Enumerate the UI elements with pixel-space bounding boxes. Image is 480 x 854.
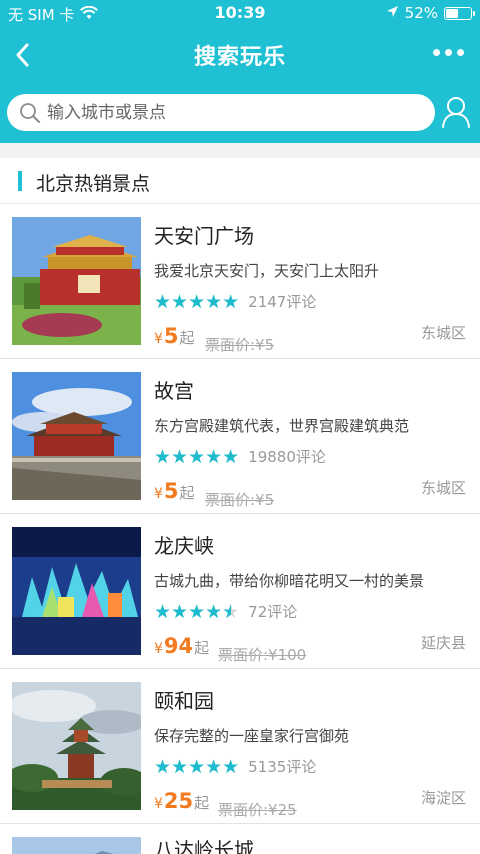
star-rating-icon: ★★★★★★★★★★ <box>154 755 240 778</box>
attraction-list: 天安门广场 我爱北京天安门，天安门上太阳升 ★★★★★ ★★★★★ 2147评论 … <box>0 204 480 854</box>
attraction-item[interactable]: 龙庆峡 古城九曲，带给你柳暗花明又一村的美景 ★★★★★★★★★★ 72评论 ¥… <box>0 514 480 669</box>
more-button[interactable] <box>433 49 464 56</box>
user-icon <box>442 97 470 128</box>
attraction-photo <box>12 217 141 345</box>
price-symbol: ¥ <box>154 641 163 657</box>
price-value: 5 <box>163 324 179 348</box>
status-bar: 无 SIM 卡 10:39 52% <box>0 0 480 27</box>
attraction-item[interactable]: 天安门广场 我爱北京天安门，天安门上太阳升 ★★★★★ ★★★★★ 2147评论 … <box>0 204 480 359</box>
search-input[interactable] <box>47 102 407 123</box>
more-dot-icon <box>433 49 440 56</box>
price-value: 25 <box>163 789 194 813</box>
original-price: 票面价:¥25 <box>218 801 297 819</box>
price: ¥94 起 <box>154 634 209 658</box>
attraction-name: 故宫 <box>154 379 194 403</box>
district-label: 延庆县 <box>420 634 466 652</box>
attraction-photo <box>12 527 141 655</box>
review-count: 5135评论 <box>248 758 317 776</box>
attraction-item[interactable]: 颐和园 保存完整的一座皇家行宫御苑 ★★★★★ ★★★★★ 5135评论 ¥25 起… <box>0 669 480 824</box>
district-label: 海淀区 <box>420 789 466 807</box>
review-count: 19880评论 <box>248 448 326 466</box>
attraction-item[interactable]: 八达岭长城 <box>0 824 480 854</box>
attraction-item[interactable]: 故宫 东方宫殿建筑代表，世界宫殿建筑典范 ★★★★★ ★★★★★ 19880评论 … <box>0 359 480 514</box>
more-dot-icon <box>445 49 452 56</box>
location-arrow-icon <box>386 4 399 22</box>
page-title: 搜索玩乐 <box>193 45 286 70</box>
review-count: 2147评论 <box>248 293 317 311</box>
battery-percent: 52% <box>404 4 438 22</box>
original-price: 票面价:¥100 <box>218 646 307 664</box>
attraction-rating: ★★★★★★★★★★ 72评论 <box>154 601 297 622</box>
price: ¥25 起 <box>154 789 209 813</box>
nav-bar: 搜索玩乐 <box>0 27 480 83</box>
price-suffix: 起 <box>194 794 210 812</box>
price-symbol: ¥ <box>154 486 163 502</box>
attraction-name: 颐和园 <box>154 689 214 713</box>
section-accent-bar <box>18 171 22 191</box>
star-rating-icon: ★★★★★★★★★★ <box>154 290 240 313</box>
price-value: 94 <box>163 634 194 658</box>
attraction-name: 八达岭长城 <box>154 838 254 854</box>
price-symbol: ¥ <box>154 331 163 347</box>
battery-icon <box>444 6 475 20</box>
review-count: 72评论 <box>248 603 298 621</box>
attraction-rating: ★★★★★ ★★★★★ 5135评论 <box>154 756 316 777</box>
original-price: 票面价:¥5 <box>205 336 275 354</box>
price-suffix: 起 <box>194 639 210 657</box>
attraction-name: 龙庆峡 <box>154 534 214 558</box>
attraction-rating: ★★★★★ ★★★★★ 19880评论 <box>154 446 326 467</box>
section-header: 北京热销景点 <box>0 158 480 204</box>
district-label: 东城区 <box>420 479 466 497</box>
price-value: 5 <box>163 479 179 503</box>
attraction-desc: 我爱北京天安门，天安门上太阳升 <box>154 262 380 280</box>
attraction-rating: ★★★★★ ★★★★★ 2147评论 <box>154 291 316 312</box>
attraction-photo <box>12 372 141 500</box>
search-icon <box>20 102 40 123</box>
section-title: 北京热销景点 <box>36 173 151 195</box>
search-box[interactable] <box>7 94 435 131</box>
original-price: 票面价:¥5 <box>205 491 275 509</box>
attraction-name: 天安门广场 <box>154 224 254 248</box>
star-rating-icon: ★★★★★★★★★★ <box>154 445 240 468</box>
battery-fill <box>446 8 458 18</box>
attraction-desc: 东方宫殿建筑代表，世界宫殿建筑典范 <box>154 417 410 435</box>
attraction-desc: 古城九曲，带给你柳暗花明又一村的美景 <box>154 572 425 590</box>
price: ¥5 起 <box>154 324 195 348</box>
attraction-photo <box>12 682 141 810</box>
attraction-desc: 保存完整的一座皇家行宫御苑 <box>154 727 350 745</box>
star-rating-icon: ★★★★★★★★★★ <box>154 600 240 623</box>
search-area <box>0 83 480 143</box>
price: ¥5 起 <box>154 479 195 503</box>
user-button[interactable] <box>440 95 472 129</box>
attraction-photo <box>12 837 141 854</box>
more-dot-icon <box>457 49 464 56</box>
price-suffix: 起 <box>179 329 195 347</box>
price-suffix: 起 <box>179 484 195 502</box>
district-label: 东城区 <box>420 324 466 342</box>
price-symbol: ¥ <box>154 796 163 812</box>
